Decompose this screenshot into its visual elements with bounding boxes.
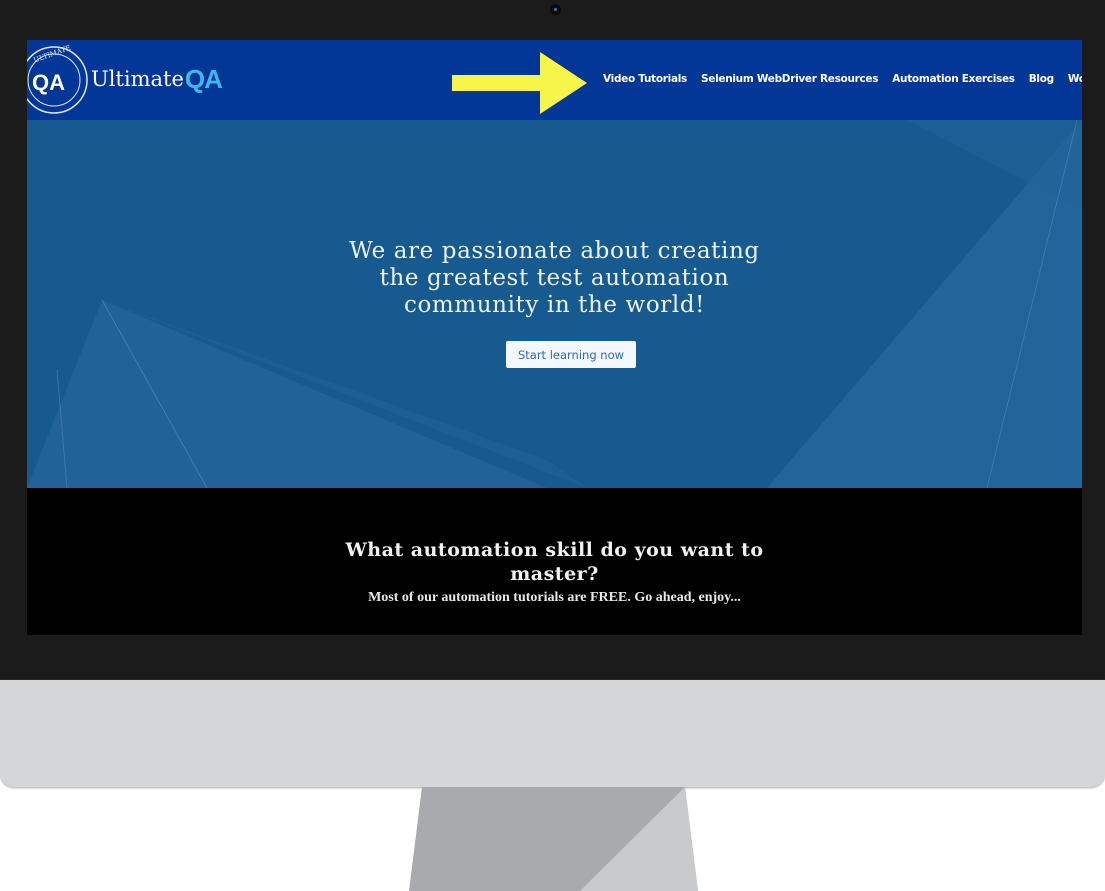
nav-blog[interactable]: Blog [1029, 73, 1054, 85]
hero-headline: We are passionate about creating the gre… [27, 238, 1082, 319]
brand-name: Ultimate [91, 67, 184, 91]
screen: ULTIMATE QA Ultimate QA Video Tutorials S… [27, 40, 1082, 635]
qa-seal-icon: ULTIMATE QA [27, 44, 88, 114]
hero-headline-line: the greatest test automation [379, 265, 730, 291]
hero-section: We are passionate about creating the gre… [27, 120, 1082, 488]
monitor-stand [409, 787, 698, 891]
nav-automation-exercises[interactable]: Automation Exercises [892, 73, 1015, 85]
main-nav: Video Tutorials Selenium WebDriver Resou… [603, 73, 1082, 85]
nav-video-tutorials[interactable]: Video Tutorials [603, 73, 687, 85]
skills-title-line: What automation skill do you want to [345, 539, 764, 561]
nav-work-with-us[interactable]: Work w [1068, 73, 1082, 85]
skills-section: What automation skill do you want to mas… [27, 488, 1082, 635]
skills-title-line: master? [510, 563, 599, 585]
skills-title: What automation skill do you want to mas… [27, 538, 1082, 586]
hero-headline-line: We are passionate about creating [349, 238, 760, 264]
webcam-icon [550, 4, 561, 15]
skills-subtitle: Most of our automation tutorials are FRE… [368, 590, 741, 605]
start-learning-button[interactable]: Start learning now [506, 341, 636, 368]
hero-headline-line: community in the world! [404, 292, 705, 318]
brand-name-accent: QA [184, 63, 223, 94]
arrow-right-icon [452, 52, 587, 114]
svg-text:QA: QA [32, 70, 65, 95]
site-logo[interactable]: ULTIMATE QA Ultimate QA [27, 42, 223, 116]
monitor-chin [0, 680, 1105, 787]
nav-selenium-resources[interactable]: Selenium WebDriver Resources [701, 73, 879, 85]
site-header: ULTIMATE QA Ultimate QA Video Tutorials S… [27, 40, 1082, 120]
